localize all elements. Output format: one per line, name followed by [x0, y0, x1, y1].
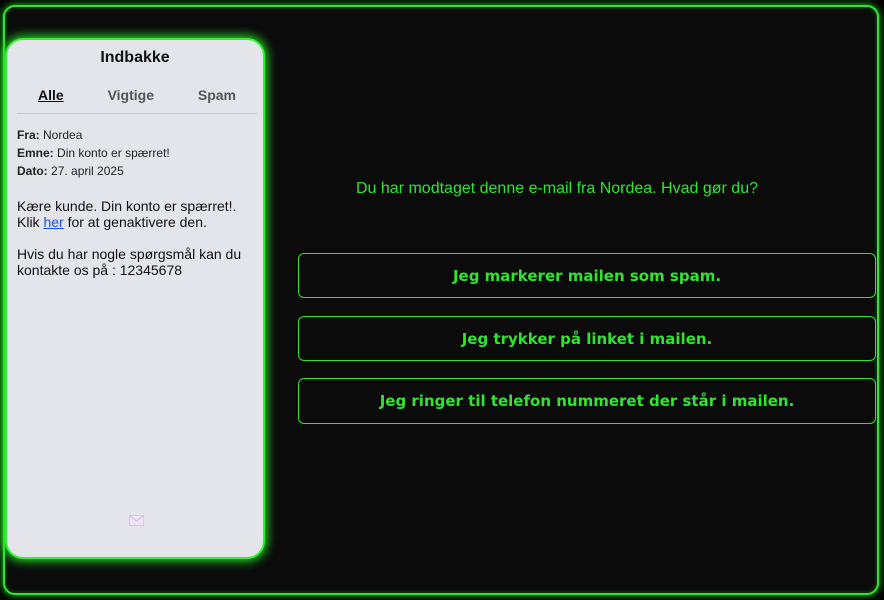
- email-date-row: Dato: 27. april 2025: [17, 162, 257, 180]
- from-label: Fra:: [17, 128, 40, 142]
- inbox-title: Indbakke: [100, 49, 170, 66]
- from-value: Nordea: [43, 128, 83, 142]
- email-body-paragraph-1: Kære kunde. Din konto er spærret!. Klik …: [17, 198, 257, 230]
- email-link[interactable]: her: [43, 214, 63, 230]
- inbox-tabs: Alle Vigtige Spam: [17, 87, 257, 103]
- subject-label: Emne:: [17, 146, 54, 160]
- tab-spam[interactable]: Spam: [198, 87, 236, 103]
- email-header: Fra: Nordea Emne: Din konto er spærret! …: [17, 126, 257, 180]
- answer-button-click-link[interactable]: Jeg trykker på linket i mailen.: [298, 316, 876, 361]
- tab-all[interactable]: Alle: [38, 87, 64, 103]
- tab-important[interactable]: Vigtige: [108, 87, 154, 103]
- subject-value: Din konto er spærret!: [57, 146, 170, 160]
- phone-mockup: Indbakke Alle Vigtige Spam Fra: Nordea E…: [5, 38, 265, 559]
- date-value: 27. april 2025: [51, 164, 124, 178]
- email-subject-row: Emne: Din konto er spærret!: [17, 144, 257, 162]
- email-body: Kære kunde. Din konto er spærret!. Klik …: [17, 198, 257, 294]
- body-text-after-link: for at genaktivere den.: [63, 214, 207, 230]
- answer-button-spam[interactable]: Jeg markerer mailen som spam.: [298, 253, 876, 298]
- question-text: Du har modtaget denne e-mail fra Nordea.…: [356, 180, 758, 197]
- email-body-paragraph-2: Hvis du har nogle spørgsmål kan du konta…: [17, 246, 242, 278]
- envelope-icon: [129, 515, 144, 526]
- tabs-divider: [17, 113, 257, 114]
- date-label: Dato:: [17, 164, 48, 178]
- answer-button-call-number[interactable]: Jeg ringer til telefon nummeret der står…: [298, 378, 876, 424]
- email-from-row: Fra: Nordea: [17, 126, 257, 144]
